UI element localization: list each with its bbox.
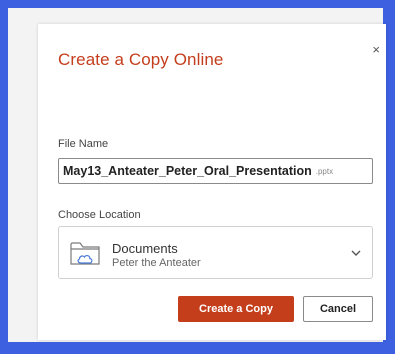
- create-copy-dialog: Create a Copy Online × File Name May13_A…: [38, 24, 386, 340]
- location-primary: Documents: [112, 241, 178, 256]
- cancel-button[interactable]: Cancel: [303, 296, 373, 322]
- create-copy-button[interactable]: Create a Copy: [178, 296, 294, 322]
- file-name-field[interactable]: May13_Anteater_Peter_Oral_Presentation .…: [58, 158, 373, 184]
- location-dropdown[interactable]: Documents Peter the Anteater: [58, 226, 373, 279]
- choose-location-label: Choose Location: [58, 209, 141, 221]
- close-icon[interactable]: ×: [372, 42, 380, 57]
- location-secondary: Peter the Anteater: [112, 257, 201, 269]
- file-name-value[interactable]: May13_Anteater_Peter_Oral_Presentation: [63, 164, 312, 178]
- window-frame: Create a Copy Online × File Name May13_A…: [0, 0, 395, 354]
- chevron-down-icon[interactable]: [350, 247, 362, 259]
- folder-cloud-icon: [70, 242, 100, 265]
- dialog-title: Create a Copy Online: [58, 50, 224, 69]
- file-extension: .pptx: [315, 166, 334, 176]
- file-name-label: File Name: [58, 138, 109, 150]
